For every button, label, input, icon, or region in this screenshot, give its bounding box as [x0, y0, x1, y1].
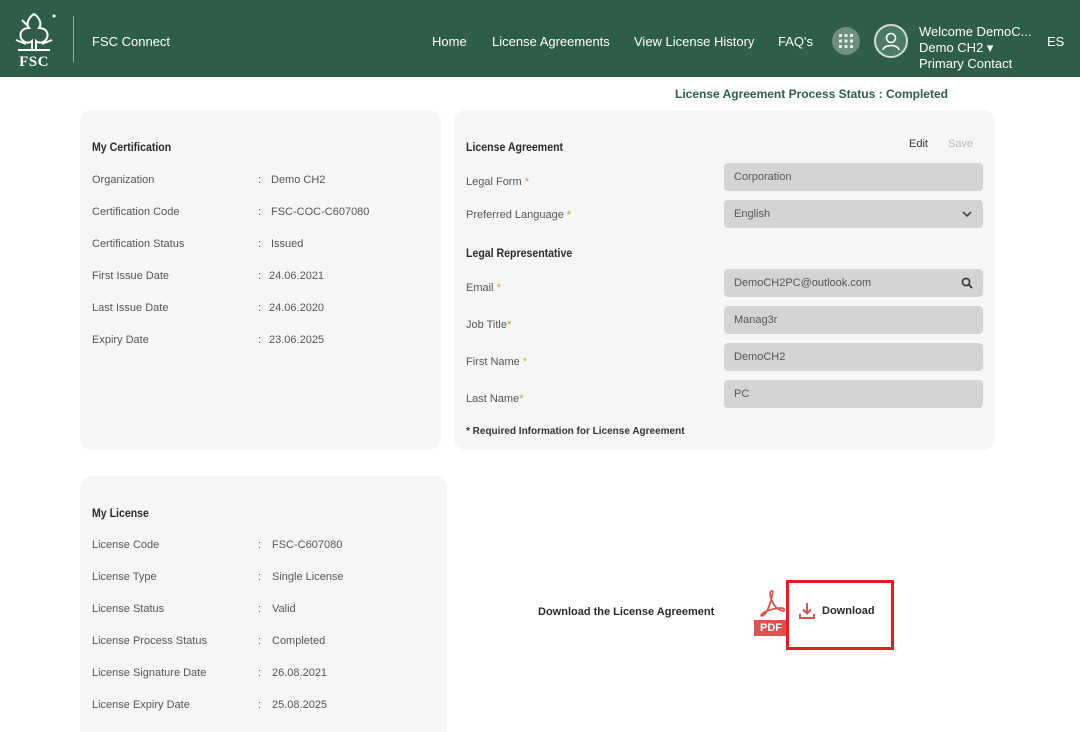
- nav-view-license-history[interactable]: View License History: [634, 34, 754, 49]
- top-navigation-bar: FSC FSC Connect Home License Agreements …: [0, 0, 1080, 77]
- cert-label-code: Certification Code: [92, 206, 180, 218]
- last-name-label: Last Name*: [466, 393, 524, 405]
- acrobat-icon: [760, 590, 786, 617]
- license-value-process-status: Completed: [272, 635, 326, 647]
- logo-text: FSC: [19, 54, 49, 70]
- download-agreement-label: Download the License Agreement: [538, 606, 715, 618]
- first-name-label: First Name *: [466, 356, 528, 368]
- colon: :: [258, 571, 262, 583]
- colon: :: [258, 699, 262, 711]
- certification-card: My Certification Organization : Demo CH2…: [80, 110, 441, 450]
- nav-faqs[interactable]: FAQ's: [778, 34, 813, 49]
- colon: :: [258, 539, 262, 551]
- colon: :: [258, 174, 262, 186]
- license-label-status: License Status: [92, 603, 165, 615]
- agreement-title: License Agreement: [466, 140, 564, 154]
- license-value-signature-date: 26.08.2021: [272, 667, 328, 679]
- cert-label-last-issue: Last Issue Date: [92, 302, 169, 314]
- colon: :: [258, 238, 262, 250]
- required-note: * Required Information for License Agree…: [466, 426, 685, 437]
- license-agreement-card: License Agreement Edit Save Legal Form *…: [454, 110, 995, 450]
- license-label-type: License Type: [92, 571, 157, 583]
- preferred-language-label: Preferred Language *: [466, 209, 572, 221]
- organization-selector[interactable]: Demo CH2 ▾: [919, 40, 1041, 56]
- colon: :: [258, 302, 262, 314]
- job-title-field[interactable]: Manag3r: [724, 306, 983, 334]
- user-role: Primary Contact: [919, 56, 1013, 71]
- user-menu[interactable]: Welcome DemoC... Demo CH2 ▾ Primary Cont…: [919, 24, 1041, 72]
- user-avatar-icon: [882, 32, 900, 51]
- colon: :: [258, 206, 262, 218]
- nav-license-agreements[interactable]: License Agreements: [492, 34, 610, 49]
- license-label-expiry-date: License Expiry Date: [92, 699, 190, 711]
- license-value-type: Single License: [272, 571, 344, 583]
- license-title: My License: [92, 506, 149, 520]
- first-name-field[interactable]: DemoCH2: [724, 343, 983, 371]
- license-value-code: FSC-C607080: [272, 539, 343, 551]
- certification-title: My Certification: [92, 140, 172, 154]
- cert-label-status: Certification Status: [92, 238, 185, 250]
- cert-label-organization: Organization: [92, 174, 155, 186]
- fsc-logo[interactable]: FSC: [8, 10, 60, 70]
- preferred-language-select[interactable]: English: [724, 200, 983, 228]
- email-field[interactable]: DemoCH2PC@outlook.com: [724, 269, 983, 297]
- download-icon: [799, 603, 815, 619]
- cert-label-first-issue: First Issue Date: [92, 270, 170, 282]
- welcome-text: Welcome DemoC...: [919, 24, 1032, 39]
- legal-form-label: Legal Form *: [466, 176, 529, 188]
- job-title-label: Job Title*: [466, 319, 512, 331]
- email-label: Email *: [466, 282, 501, 294]
- last-name-field[interactable]: PC: [724, 380, 983, 408]
- license-value-status: Valid: [272, 603, 296, 615]
- logo-divider: [73, 16, 74, 62]
- cert-value-organization: Demo CH2: [271, 174, 326, 186]
- process-status: License Agreement Process Status : Compl…: [675, 87, 948, 101]
- colon: :: [258, 635, 262, 647]
- license-label-signature-date: License Signature Date: [92, 667, 207, 679]
- legal-form-field[interactable]: Corporation: [724, 163, 983, 191]
- cert-value-expiry: 23.06.2025: [269, 334, 325, 346]
- cert-label-expiry: Expiry Date: [92, 334, 149, 346]
- edit-button[interactable]: Edit: [909, 138, 928, 150]
- search-icon[interactable]: [961, 277, 973, 289]
- user-avatar[interactable]: [874, 24, 908, 58]
- cert-value-status: Issued: [271, 238, 304, 250]
- license-value-expiry-date: 25.08.2025: [272, 699, 328, 711]
- license-label-code: License Code: [92, 539, 160, 551]
- app-name: FSC Connect: [92, 34, 171, 49]
- legal-representative-title: Legal Representative: [466, 246, 573, 260]
- cert-value-first-issue: 24.06.2021: [269, 270, 325, 282]
- colon: :: [258, 334, 262, 346]
- license-label-process-status: License Process Status: [92, 635, 207, 647]
- colon: :: [258, 603, 262, 615]
- fsc-tree-logo-icon: [15, 12, 56, 51]
- language-toggle[interactable]: ES: [1047, 34, 1064, 49]
- save-button[interactable]: Save: [948, 138, 973, 150]
- colon: :: [258, 270, 262, 282]
- cert-value-code: FSC-COC-C607080: [271, 206, 370, 218]
- download-button[interactable]: Download: [798, 600, 875, 622]
- download-button-label: Download: [822, 605, 875, 617]
- chevron-down-icon: [962, 211, 972, 218]
- pdf-badge: PDF: [754, 620, 788, 636]
- nav-home[interactable]: Home: [432, 34, 467, 49]
- cert-value-last-issue: 24.06.2020: [269, 302, 325, 314]
- grid-icon: [839, 34, 853, 48]
- license-card: My License License Code : FSC-C607080 Li…: [80, 476, 447, 732]
- colon: :: [258, 667, 262, 679]
- apps-grid-button[interactable]: [832, 27, 860, 55]
- pdf-file-icon[interactable]: PDF: [754, 588, 788, 636]
